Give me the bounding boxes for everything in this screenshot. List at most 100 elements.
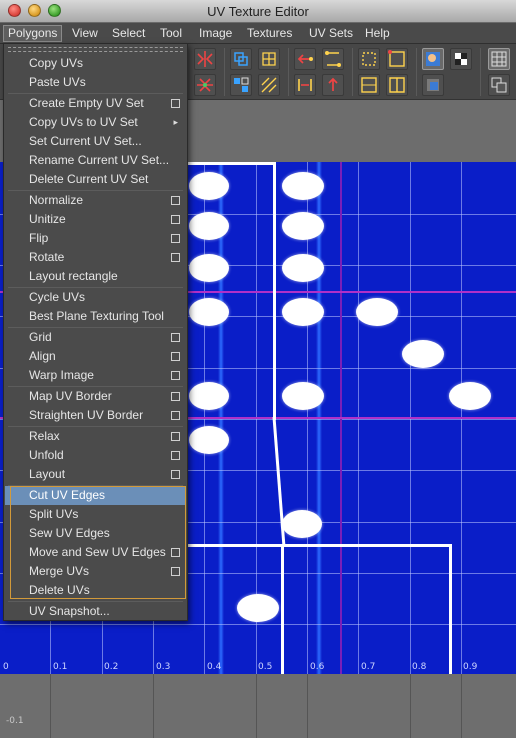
option-box-icon[interactable]: [171, 333, 180, 342]
menu-item-rotate[interactable]: Rotate: [5, 248, 186, 267]
display-image-icon[interactable]: [422, 48, 444, 70]
menu-item-unitize[interactable]: Unitize: [5, 210, 186, 229]
u-tick-label: 0.5: [258, 662, 273, 672]
pixel-snap-icon[interactable]: [488, 74, 510, 96]
option-box-icon[interactable]: [171, 371, 180, 380]
menu-item-copy-uvs-to-uv-set[interactable]: Copy UVs to UV Set ▸: [5, 113, 186, 132]
toggle-grid-icon[interactable]: [488, 48, 510, 70]
option-box-icon[interactable]: [171, 196, 180, 205]
uv-shell-dot[interactable]: [189, 254, 229, 282]
shell-border-icon[interactable]: [358, 74, 380, 96]
option-box-icon[interactable]: [171, 567, 180, 576]
checker-map-icon[interactable]: [450, 48, 472, 70]
dim-image-icon[interactable]: [422, 74, 444, 96]
menu-item-warp-image[interactable]: Warp Image: [5, 366, 186, 385]
menu-view[interactable]: View: [68, 25, 102, 42]
flip-uv-horizontal-icon[interactable]: [194, 48, 216, 70]
select-shell-icon[interactable]: [358, 48, 380, 70]
menu-bar: Polygons View Select Tool Image Textures…: [0, 23, 516, 44]
uv-shell-dot[interactable]: [189, 382, 229, 410]
menu-item-unfold[interactable]: Unfold: [5, 446, 186, 465]
tear-off-bar[interactable]: [8, 47, 183, 52]
menu-item-uv-snapshot[interactable]: UV Snapshot...: [5, 602, 186, 621]
window-title: UV Texture Editor: [207, 4, 309, 19]
menu-item-split-uvs[interactable]: Split UVs: [5, 505, 186, 524]
menu-help[interactable]: Help: [361, 25, 394, 42]
option-box-icon[interactable]: [171, 432, 180, 441]
menu-item-layout-rectangle[interactable]: Layout rectangle: [5, 267, 186, 286]
option-box-icon[interactable]: [171, 253, 180, 262]
rotate-uv-icon[interactable]: [230, 48, 252, 70]
uv-shell-dot[interactable]: [189, 212, 229, 240]
menu-item-flip[interactable]: Flip: [5, 229, 186, 248]
menu-item-best-plane-texturing-tool[interactable]: Best Plane Texturing Tool: [5, 307, 186, 326]
option-box-icon[interactable]: [171, 392, 180, 401]
menu-item-delete-current-uv-set[interactable]: Delete Current UV Set: [5, 170, 186, 189]
u-tick-label: 0.4: [207, 662, 222, 672]
uv-shell-dot[interactable]: [282, 254, 324, 282]
menu-select[interactable]: Select: [108, 25, 149, 42]
uv-shell-dot[interactable]: [237, 594, 279, 622]
option-box-icon[interactable]: [171, 470, 180, 479]
menu-item-create-empty-uv-set[interactable]: Create Empty UV Set: [5, 94, 186, 113]
uv-shell-dot[interactable]: [402, 340, 444, 368]
menu-image[interactable]: Image: [195, 25, 236, 42]
uv-shell-dot[interactable]: [356, 298, 398, 326]
uv-shell-dot[interactable]: [449, 382, 491, 410]
menu-item-straighten-uv-border[interactable]: Straighten UV Border: [5, 406, 186, 425]
u-tick-label: 0.7: [361, 662, 376, 672]
sew-uv-icon[interactable]: [294, 74, 316, 96]
shell-grid-icon[interactable]: [386, 74, 408, 96]
option-box-icon[interactable]: [171, 548, 180, 557]
menu-item-paste-uvs[interactable]: Paste UVs: [5, 73, 186, 92]
option-box-icon[interactable]: [171, 411, 180, 420]
title-bar: UV Texture Editor: [0, 0, 516, 23]
menu-item-sew-uv-edges[interactable]: Sew UV Edges: [5, 524, 186, 543]
uv-shell-dot[interactable]: [189, 172, 229, 200]
v-tick-label: -0.1: [6, 716, 24, 726]
menu-item-align[interactable]: Align: [5, 347, 186, 366]
menu-item-normalize[interactable]: Normalize: [5, 191, 186, 210]
uv-shell-dot[interactable]: [282, 172, 324, 200]
option-box-icon[interactable]: [171, 99, 180, 108]
uv-shell-dot[interactable]: [189, 298, 229, 326]
u-tick-label: 0.8: [412, 662, 427, 672]
move-up-icon[interactable]: [322, 74, 344, 96]
option-box-icon[interactable]: [171, 215, 180, 224]
menu-item-grid[interactable]: Grid: [5, 328, 186, 347]
menu-item-layout[interactable]: Layout: [5, 465, 186, 484]
menu-item-cut-uv-edges[interactable]: Cut UV Edges: [5, 486, 186, 505]
uv-shell-dot[interactable]: [189, 426, 229, 454]
u-tick-label: 0.9: [463, 662, 478, 672]
menu-textures[interactable]: Textures: [243, 25, 296, 42]
menu-uv-sets[interactable]: UV Sets: [305, 25, 357, 42]
u-tick-label: 0.1: [53, 662, 68, 672]
menu-item-copy-uvs[interactable]: Copy UVs: [5, 54, 186, 73]
menu-polygons[interactable]: Polygons: [3, 25, 63, 42]
flip-uv-vertical-icon[interactable]: [194, 74, 216, 96]
move-left-icon[interactable]: [294, 48, 316, 70]
option-box-icon[interactable]: [171, 352, 180, 361]
menu-item-merge-uvs[interactable]: Merge UVs: [5, 562, 186, 581]
align-vertices-icon[interactable]: [322, 48, 344, 70]
option-box-icon[interactable]: [171, 234, 180, 243]
u-tick-label: 0: [3, 662, 9, 672]
select-border-icon[interactable]: [386, 48, 408, 70]
uv-shell-dot[interactable]: [282, 212, 324, 240]
polygons-dropdown-menu: Copy UVs Paste UVs Create Empty UV Set C…: [3, 43, 188, 621]
option-box-icon[interactable]: [171, 451, 180, 460]
menu-item-rename-current-uv-set[interactable]: Rename Current UV Set...: [5, 151, 186, 170]
menu-item-relax[interactable]: Relax: [5, 427, 186, 446]
uv-shell-dot[interactable]: [282, 298, 324, 326]
menu-tool[interactable]: Tool: [156, 25, 186, 42]
menu-item-map-uv-border[interactable]: Map UV Border: [5, 387, 186, 406]
menu-item-cycle-uvs[interactable]: Cycle UVs: [5, 288, 186, 307]
uv-shell-dot[interactable]: [282, 382, 324, 410]
grid-uv-icon[interactable]: [258, 48, 280, 70]
uv-outside-region: -0.1: [0, 674, 516, 738]
menu-item-set-current-uv-set[interactable]: Set Current UV Set...: [5, 132, 186, 151]
relax-uv-icon[interactable]: [258, 74, 280, 96]
menu-item-move-and-sew-uv-edges[interactable]: Move and Sew UV Edges: [5, 543, 186, 562]
layout-uv-icon[interactable]: [230, 74, 252, 96]
menu-item-delete-uvs[interactable]: Delete UVs: [5, 581, 186, 600]
